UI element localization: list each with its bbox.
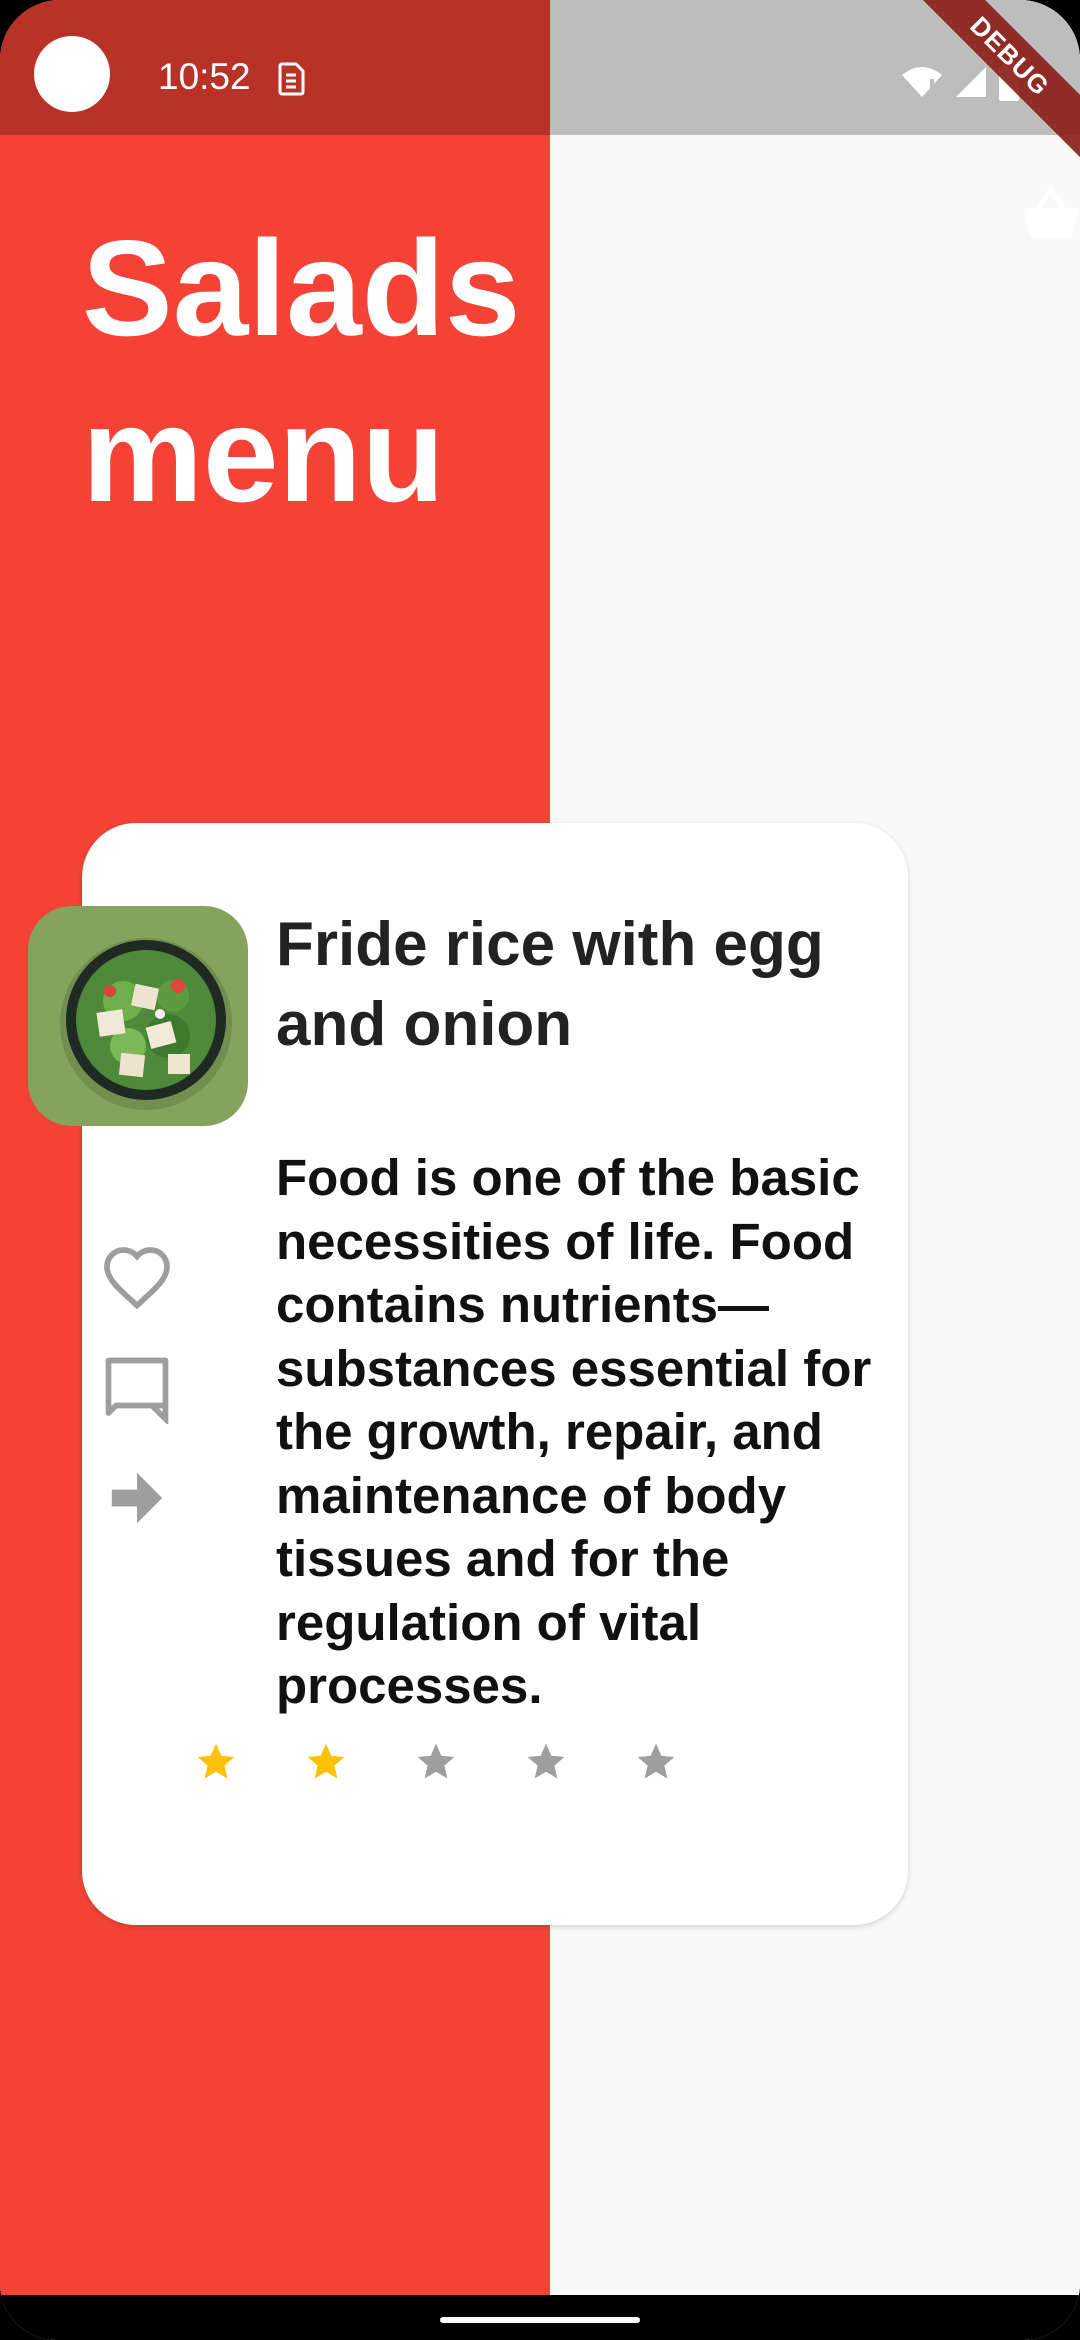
sim-card-icon [278,62,305,96]
wifi-icon [902,67,942,97]
camera-cutout [34,36,110,112]
home-gesture-handle[interactable] [440,2317,640,2323]
star-empty-icon[interactable] [524,1732,634,1792]
heart-icon[interactable] [101,1244,173,1310]
salad-bowl-image [28,906,248,1126]
food-image [28,906,248,1126]
star-filled-icon[interactable] [304,1732,414,1792]
food-description: Food is one of the basic necessities of … [276,1149,872,1714]
food-title: Fride rice with egg and onion [276,910,824,1059]
star-empty-icon[interactable] [634,1732,744,1792]
star-filled-icon[interactable] [194,1732,304,1792]
status-clock: 10:52 [158,56,251,97]
rating-stars [194,1732,744,1792]
share-arrow-icon[interactable] [108,1470,166,1526]
comment-icon[interactable] [101,1354,173,1424]
page-title: Salads menu [82,212,521,530]
star-empty-icon[interactable] [414,1732,524,1792]
cellular-signal-icon [956,67,986,97]
status-bar: 10:52 [0,0,1080,135]
app-screen: 10:52 DEBUG Salads menu Fride rice with … [0,0,1080,2340]
basket-icon[interactable] [1016,186,1080,242]
navigation-bar [0,2295,1080,2340]
